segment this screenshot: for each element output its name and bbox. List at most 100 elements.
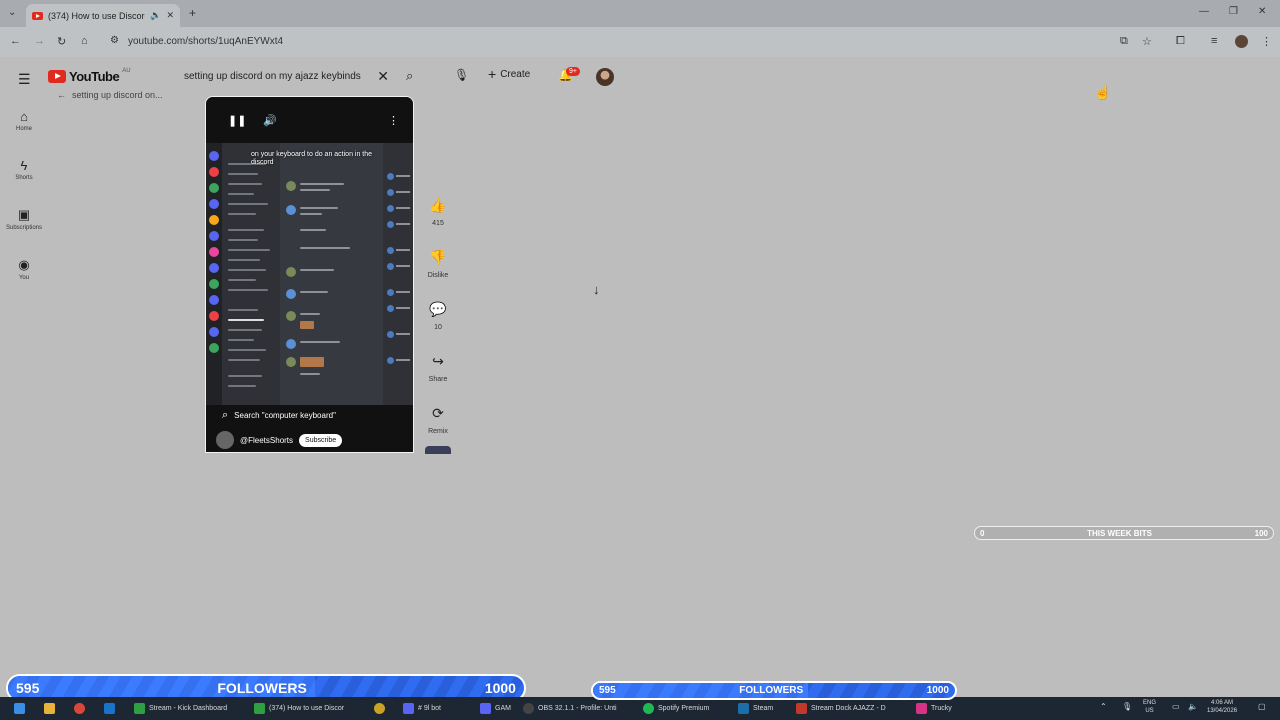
app-icon <box>403 703 414 714</box>
tray-overflow-icon[interactable]: ⌃ <box>1100 702 1107 711</box>
more-options-icon[interactable]: ⋮ <box>388 114 399 127</box>
taskbar-app-4[interactable]: # 9l bot <box>403 701 441 716</box>
windows-taskbar: Stream - Kick Dashboard (374) How to use… <box>0 681 1280 720</box>
next-short-arrow-icon[interactable]: ↓ <box>593 282 600 297</box>
followers-current: 595 <box>16 680 40 696</box>
taskbar-app-2[interactable]: (374) How to use Discor <box>254 701 344 716</box>
clear-search-icon[interactable]: ✕ <box>377 68 389 85</box>
system-clock[interactable]: 4:06 AM 13/04/2026 <box>1207 699 1237 715</box>
tray-mic-icon[interactable]: 🎙 <box>1122 702 1132 711</box>
short-video-player[interactable]: ❚❚ 🔊 ⋮ on your keyboard to do an action … <box>205 96 414 453</box>
server-icon <box>209 263 219 273</box>
restore-icon[interactable]: ❐ <box>1229 6 1238 17</box>
site-info-icon[interactable]: ⚙ <box>110 35 119 46</box>
sidebar-item-shorts[interactable]: ϟ Shorts <box>0 158 48 181</box>
taskbar-app-9[interactable]: Stream Dock AJAZZ - D <box>796 701 886 716</box>
sidebar-item-you[interactable]: ◉ You <box>0 257 48 281</box>
related-search-chip[interactable]: ⌕ Search "computer keyboard" <box>222 409 336 422</box>
youtube-play-icon <box>48 70 66 83</box>
subscribe-button[interactable]: Subscribe <box>299 433 343 447</box>
app-icon <box>134 703 145 714</box>
tab-audio-icon[interactable]: 🔈 <box>150 10 161 21</box>
hamburger-menu-icon[interactable]: ☰ <box>18 71 31 88</box>
back-icon[interactable]: ← <box>10 35 21 47</box>
search-query[interactable]: setting up discord on my ajazz keybinds <box>184 71 373 82</box>
taskbar-app-8[interactable]: Steam <box>738 701 773 716</box>
sidebar-item-home[interactable]: ⌂ Home <box>0 109 48 132</box>
obs-icon <box>523 703 534 714</box>
discord-channel-list <box>222 143 280 405</box>
notification-center-icon[interactable]: ▢ <box>1258 702 1266 711</box>
reload-icon[interactable]: ↻ <box>57 35 66 48</box>
mouse-cursor-icon: ☝ <box>1094 84 1112 100</box>
dislike-button[interactable]: 👎 Dislike <box>424 249 452 279</box>
volume-icon[interactable]: 🔊 <box>263 114 277 127</box>
channel-avatar[interactable] <box>216 431 234 449</box>
taskbar-app-6[interactable]: OBS 32.1.1 - Profile: Unti <box>523 701 617 716</box>
shorts-icon: ϟ <box>20 158 28 173</box>
taskbar-app-7[interactable]: Spotify Premium <box>643 701 709 716</box>
share-button[interactable]: ↪ Share <box>424 353 452 383</box>
url-field[interactable]: youtube.com/shorts/1uqAnEYWxt4 <box>128 36 283 47</box>
browser-menu-icon[interactable]: ⋮ <box>1261 35 1272 48</box>
you-icon: ◉ <box>18 257 30 272</box>
start-icon[interactable] <box>14 701 25 716</box>
comments-button[interactable]: 💬 10 <box>424 301 452 331</box>
remix-button[interactable]: ⟳ Remix <box>424 405 452 435</box>
search-input[interactable]: setting up discord on my ajazz keybinds … <box>174 64 399 88</box>
close-window-icon[interactable]: ✕ <box>1258 6 1266 17</box>
home-button-icon[interactable]: ⌂ <box>81 35 88 47</box>
pause-icon[interactable]: ❚❚ <box>228 114 246 127</box>
sound-thumbnail[interactable] <box>425 446 451 454</box>
chrome-icon[interactable] <box>74 701 85 716</box>
server-icon <box>209 231 219 241</box>
outlook-icon[interactable] <box>104 701 115 716</box>
youtube-logo[interactable]: YouTube AU <box>48 67 131 84</box>
install-app-icon[interactable]: ⧉ <box>1120 35 1128 48</box>
like-button[interactable]: 👍 415 <box>424 197 452 227</box>
remix-icon: ⟳ <box>432 405 444 421</box>
extensions-icon[interactable]: ⧠ <box>1176 35 1185 48</box>
browser-profile-avatar[interactable] <box>1235 35 1248 48</box>
file-explorer-icon[interactable] <box>44 701 55 716</box>
forward-icon[interactable]: → <box>34 35 45 47</box>
browser-tab[interactable]: (374) How to use Discord Keyb 🔈 ✕ <box>26 4 180 27</box>
bits-goal-bar: 0 THIS WEEK BITS 100 <box>974 526 1274 540</box>
home-icon: ⌂ <box>20 109 28 124</box>
bookmark-star-icon[interactable]: ☆ <box>1142 35 1152 48</box>
bits-min: 0 <box>980 528 985 538</box>
account-avatar[interactable] <box>596 68 614 86</box>
server-icon <box>209 215 219 225</box>
arrow-back-icon[interactable]: ← <box>57 90 66 100</box>
speaker-icon[interactable]: 🔈 <box>1188 702 1198 711</box>
tab-search-icon[interactable]: ⌄ <box>8 7 16 18</box>
new-tab-icon[interactable]: + <box>189 6 196 20</box>
network-icon[interactable]: ▭ <box>1172 702 1180 711</box>
search-icon[interactable]: ⌕ <box>406 68 413 84</box>
create-button[interactable]: + Create <box>488 67 530 81</box>
media-control-icon[interactable]: ≡ <box>1211 35 1217 47</box>
taskbar-app-5[interactable]: GAM <box>480 701 511 716</box>
app-icon <box>480 703 491 714</box>
followers-goal-bar-small: 595 FOLLOWERS 1000 <box>591 681 957 700</box>
tab-close-icon[interactable]: ✕ <box>166 10 174 21</box>
taskbar-app-3[interactable] <box>374 701 385 716</box>
spotify-icon <box>643 703 654 714</box>
minimize-icon[interactable]: — <box>1199 6 1209 17</box>
sidebar-item-subscriptions[interactable]: ▣ Subscriptions <box>0 207 48 231</box>
video-frame-discord <box>206 143 413 405</box>
channel-name[interactable]: @FleetsShorts <box>240 436 293 445</box>
followers-label: FOLLOWERS <box>217 680 307 696</box>
like-icon: 👍 <box>429 197 447 213</box>
server-icon <box>209 311 219 321</box>
video-caption: on your keyboard to do an action in the … <box>251 151 373 166</box>
server-icon <box>209 279 219 289</box>
country-code: AU <box>122 67 131 74</box>
browser-tab-bar: ⌄ (374) How to use Discord Keyb 🔈 ✕ + — … <box>0 0 1280 27</box>
input-language[interactable]: ENG US <box>1143 699 1156 715</box>
taskbar-app-1[interactable]: Stream - Kick Dashboard <box>134 701 227 716</box>
microphone-icon[interactable]: 🎙 <box>454 68 469 82</box>
taskbar-app-10[interactable]: Trucky <box>916 701 952 716</box>
notification-badge: 9+ <box>566 67 580 76</box>
back-row[interactable]: ← setting up discord on... <box>57 90 163 100</box>
